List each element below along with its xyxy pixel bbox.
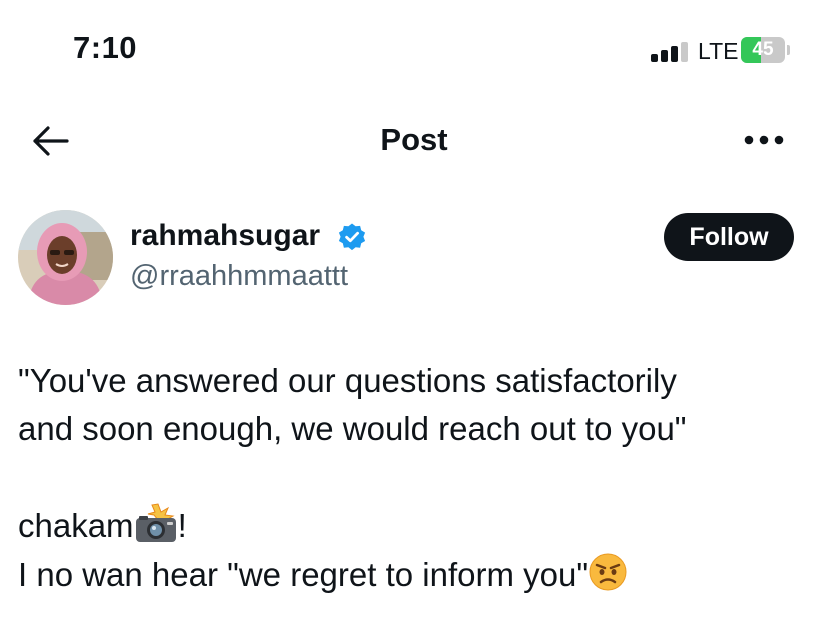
post-text-line: and soon enough, we would reach out to y… [18,410,687,447]
signal-icon [651,40,691,62]
camera-flash-icon [134,503,178,556]
follow-button[interactable]: Follow [664,213,794,261]
post-text-line: chakam ! [18,502,818,556]
post-text-span: I no wan hear "we regret to inform you" [18,556,589,593]
status-time: 7:10 [73,30,138,65]
author-name[interactable]: rahmahsugar [130,219,320,253]
battery-cap [787,45,790,55]
avatar[interactable] [18,210,113,305]
more-icon[interactable] [742,126,786,154]
post-text-span: ! [177,507,187,544]
battery-level: 45 [752,39,774,60]
author-handle[interactable]: @rraahhmmaattt [130,260,348,293]
verified-badge-icon [337,222,367,252]
post-text-line: I no wan hear "we regret to inform you" [18,551,818,605]
post-text-line: "You've answered our questions satisfact… [18,362,677,399]
angry-face-icon [588,552,628,605]
battery-icon: 45 [741,37,785,63]
status-bar: 7:10 LTE 45 [0,0,828,100]
post-text-span: chakam [18,507,134,544]
top-nav: Post [0,110,828,170]
page-title: Post [380,122,448,157]
network-label: LTE [698,38,739,64]
